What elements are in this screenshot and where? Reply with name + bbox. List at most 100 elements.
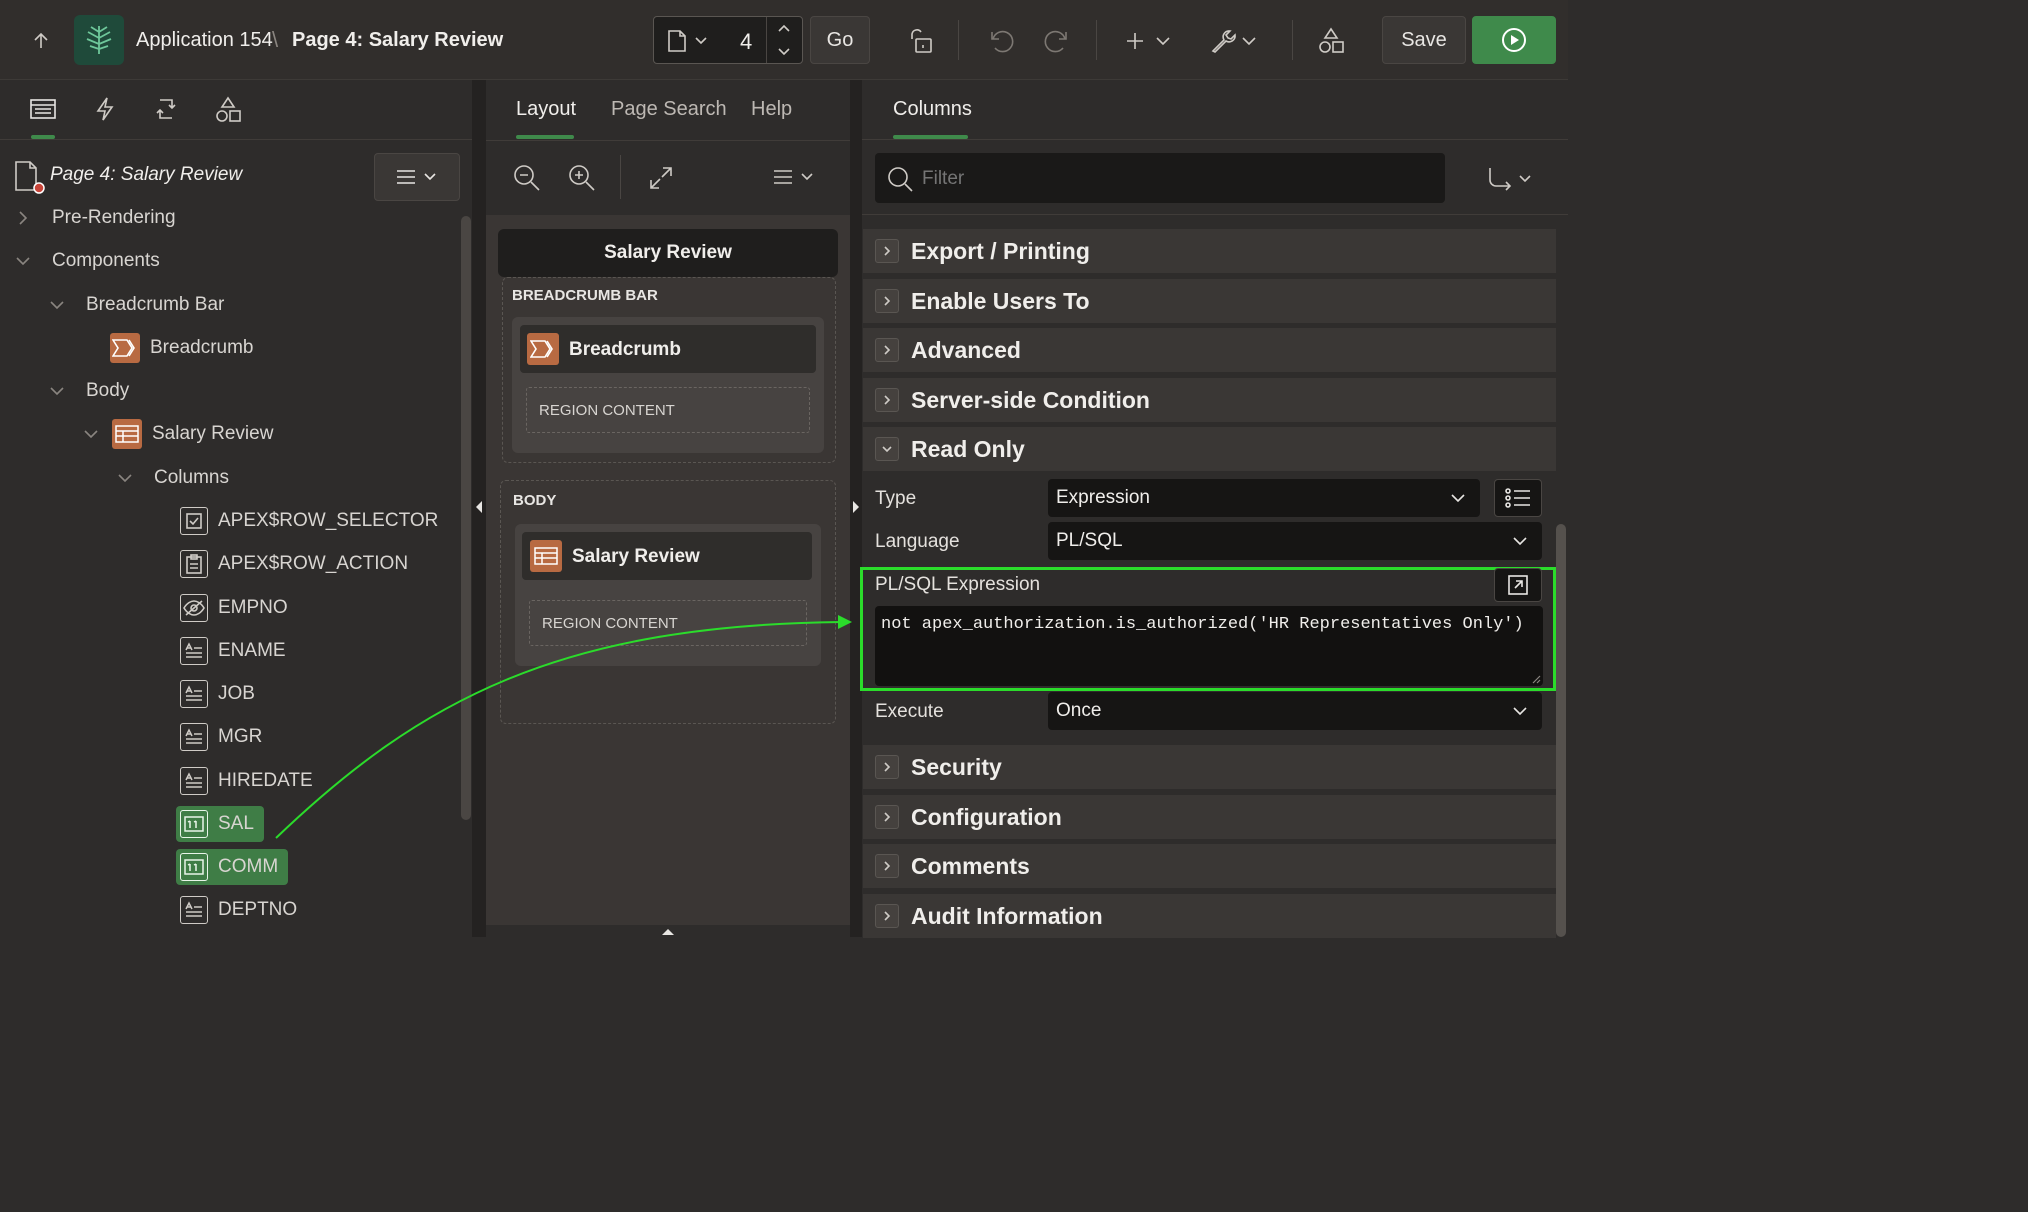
tab-columns[interactable]: Columns: [893, 98, 972, 121]
page-node-icon: [12, 158, 46, 196]
tree-column-row-selected[interactable]: COMM: [176, 849, 289, 885]
section-configuration[interactable]: Configuration: [863, 795, 1556, 839]
tree-column-row-selected[interactable]: SAL: [176, 806, 264, 842]
tab-help[interactable]: Help: [751, 98, 792, 121]
utilities-wrench-icon[interactable]: [1208, 24, 1260, 58]
plsql-expression-code: not apex_authorization.is_authorized('HR…: [881, 615, 1524, 634]
filter-input[interactable]: [920, 160, 1424, 198]
tree-item-components[interactable]: Components: [14, 243, 160, 279]
section-export-printing[interactable]: Export / Printing: [863, 229, 1556, 273]
section-enable-users-to[interactable]: Enable Users To: [863, 279, 1556, 323]
right-splitter[interactable]: [850, 80, 862, 937]
type-select[interactable]: Expression: [1048, 479, 1480, 517]
expand-icon[interactable]: [648, 165, 674, 191]
section-security[interactable]: Security: [863, 745, 1556, 789]
section-comments[interactable]: Comments: [863, 844, 1556, 888]
go-button[interactable]: Go: [810, 16, 870, 64]
tree-item-salary-review[interactable]: Salary Review: [82, 416, 273, 452]
panel-collapse-arrow-icon[interactable]: [660, 926, 676, 937]
tree-column-row[interactable]: MGR: [180, 719, 262, 755]
execute-select[interactable]: Once: [1048, 692, 1542, 730]
tree-scrollbar[interactable]: [461, 216, 471, 820]
plsql-expression-textarea[interactable]: not apex_authorization.is_authorized('HR…: [875, 606, 1543, 686]
text-field-icon: [180, 680, 208, 708]
interactive-grid-icon: [112, 419, 142, 449]
chevron-down-icon: [1451, 494, 1465, 503]
column-name: JOB: [218, 683, 255, 704]
tree-column-row[interactable]: JOB: [180, 676, 255, 712]
rendering-tab-icon[interactable]: [28, 96, 58, 122]
region-content-slot[interactable]: REGION CONTENT: [526, 387, 810, 433]
chevron-down-icon: [1513, 537, 1527, 546]
shared-components-tab-icon[interactable]: [214, 96, 242, 124]
tree-item-breadcrumb-bar[interactable]: Breadcrumb Bar: [48, 287, 224, 323]
tab-page-search[interactable]: Page Search: [611, 98, 727, 121]
dynamic-actions-tab-icon[interactable]: [92, 96, 118, 122]
tree-column-row[interactable]: EMPNO: [180, 590, 288, 626]
column-name: APEX$ROW_SELECTOR: [218, 510, 439, 531]
section-advanced[interactable]: Advanced: [863, 328, 1556, 372]
section-title: Audit Information: [911, 902, 1103, 929]
tree-column-row[interactable]: HIREDATE: [180, 763, 313, 799]
create-menu-icon[interactable]: [1124, 24, 1176, 58]
layout-menu-icon[interactable]: [772, 168, 816, 186]
list-of-values-button[interactable]: [1494, 479, 1542, 517]
go-to-group-icon[interactable]: [1486, 166, 1534, 192]
tree-label: Components: [52, 250, 160, 271]
tree-item-body[interactable]: Body: [48, 373, 129, 409]
tab-layout[interactable]: Layout: [516, 98, 576, 121]
app-logo-icon: [74, 15, 124, 65]
tree-column-row[interactable]: APEX$ROW_ACTION: [180, 546, 408, 582]
redo-icon[interactable]: [1040, 24, 1074, 58]
breadcrumb-region-title: Breadcrumb: [569, 339, 681, 360]
section-server-side-condition[interactable]: Server-side Condition: [863, 378, 1556, 422]
section-title: Advanced: [911, 336, 1021, 363]
tree-column-row[interactable]: DEPTNO: [180, 892, 297, 928]
left-splitter[interactable]: [472, 80, 486, 937]
page-number-input[interactable]: 4: [740, 29, 752, 55]
breadcrumb-bar-label: BREADCRUMB BAR: [512, 287, 658, 304]
up-arrow-icon[interactable]: [24, 24, 58, 58]
save-button[interactable]: Save: [1382, 16, 1466, 64]
layout-page-header[interactable]: Salary Review: [498, 229, 838, 277]
zoom-in-icon[interactable]: [567, 163, 597, 193]
section-title: Enable Users To: [911, 287, 1090, 314]
tree-menu-button[interactable]: [374, 153, 460, 201]
page-type-dropdown[interactable]: [666, 29, 712, 53]
processing-tab-icon[interactable]: [152, 96, 180, 122]
column-name: DEPTNO: [218, 899, 298, 920]
open-code-editor-button[interactable]: [1494, 568, 1542, 602]
column-name: ENAME: [218, 640, 286, 661]
undo-icon[interactable]: [984, 24, 1018, 58]
text-field-icon: [180, 637, 208, 665]
page-stepper[interactable]: [776, 23, 792, 57]
zoom-out-icon[interactable]: [512, 163, 542, 193]
tree-item-columns[interactable]: Columns: [116, 460, 229, 496]
column-name: MGR: [218, 726, 263, 747]
language-value: PL/SQL: [1056, 530, 1123, 551]
page-node-label[interactable]: Page 4: Salary Review: [50, 164, 242, 186]
execute-value: Once: [1056, 700, 1102, 721]
tree-item-breadcrumb[interactable]: Breadcrumb: [110, 330, 254, 366]
lock-icon[interactable]: [904, 24, 938, 58]
shared-components-icon[interactable]: [1314, 24, 1348, 58]
tree-item-pre-rendering[interactable]: Pre-Rendering: [14, 200, 176, 236]
expand-chevron-icon: [875, 904, 899, 928]
properties-scrollbar[interactable]: [1556, 524, 1566, 937]
section-read-only[interactable]: Read Only: [863, 427, 1556, 471]
expand-chevron-icon: [875, 338, 899, 362]
checkbox-column-icon: [180, 507, 208, 535]
section-title: Comments: [911, 852, 1030, 879]
app-name[interactable]: Application 154: [136, 29, 273, 52]
region-content-slot[interactable]: REGION CONTENT: [529, 600, 807, 646]
language-select[interactable]: PL/SQL: [1048, 522, 1542, 560]
tree-column-row[interactable]: ENAME: [180, 633, 286, 669]
expand-chevron-icon: [875, 239, 899, 263]
tree-column-row[interactable]: APEX$ROW_SELECTOR: [180, 503, 438, 539]
language-label: Language: [875, 531, 960, 552]
section-title: Export / Printing: [911, 237, 1090, 264]
run-page-button[interactable]: [1472, 16, 1556, 64]
section-audit-information[interactable]: Audit Information: [863, 894, 1556, 938]
resize-handle-icon[interactable]: [1531, 674, 1541, 684]
tree-label: Columns: [154, 467, 229, 488]
